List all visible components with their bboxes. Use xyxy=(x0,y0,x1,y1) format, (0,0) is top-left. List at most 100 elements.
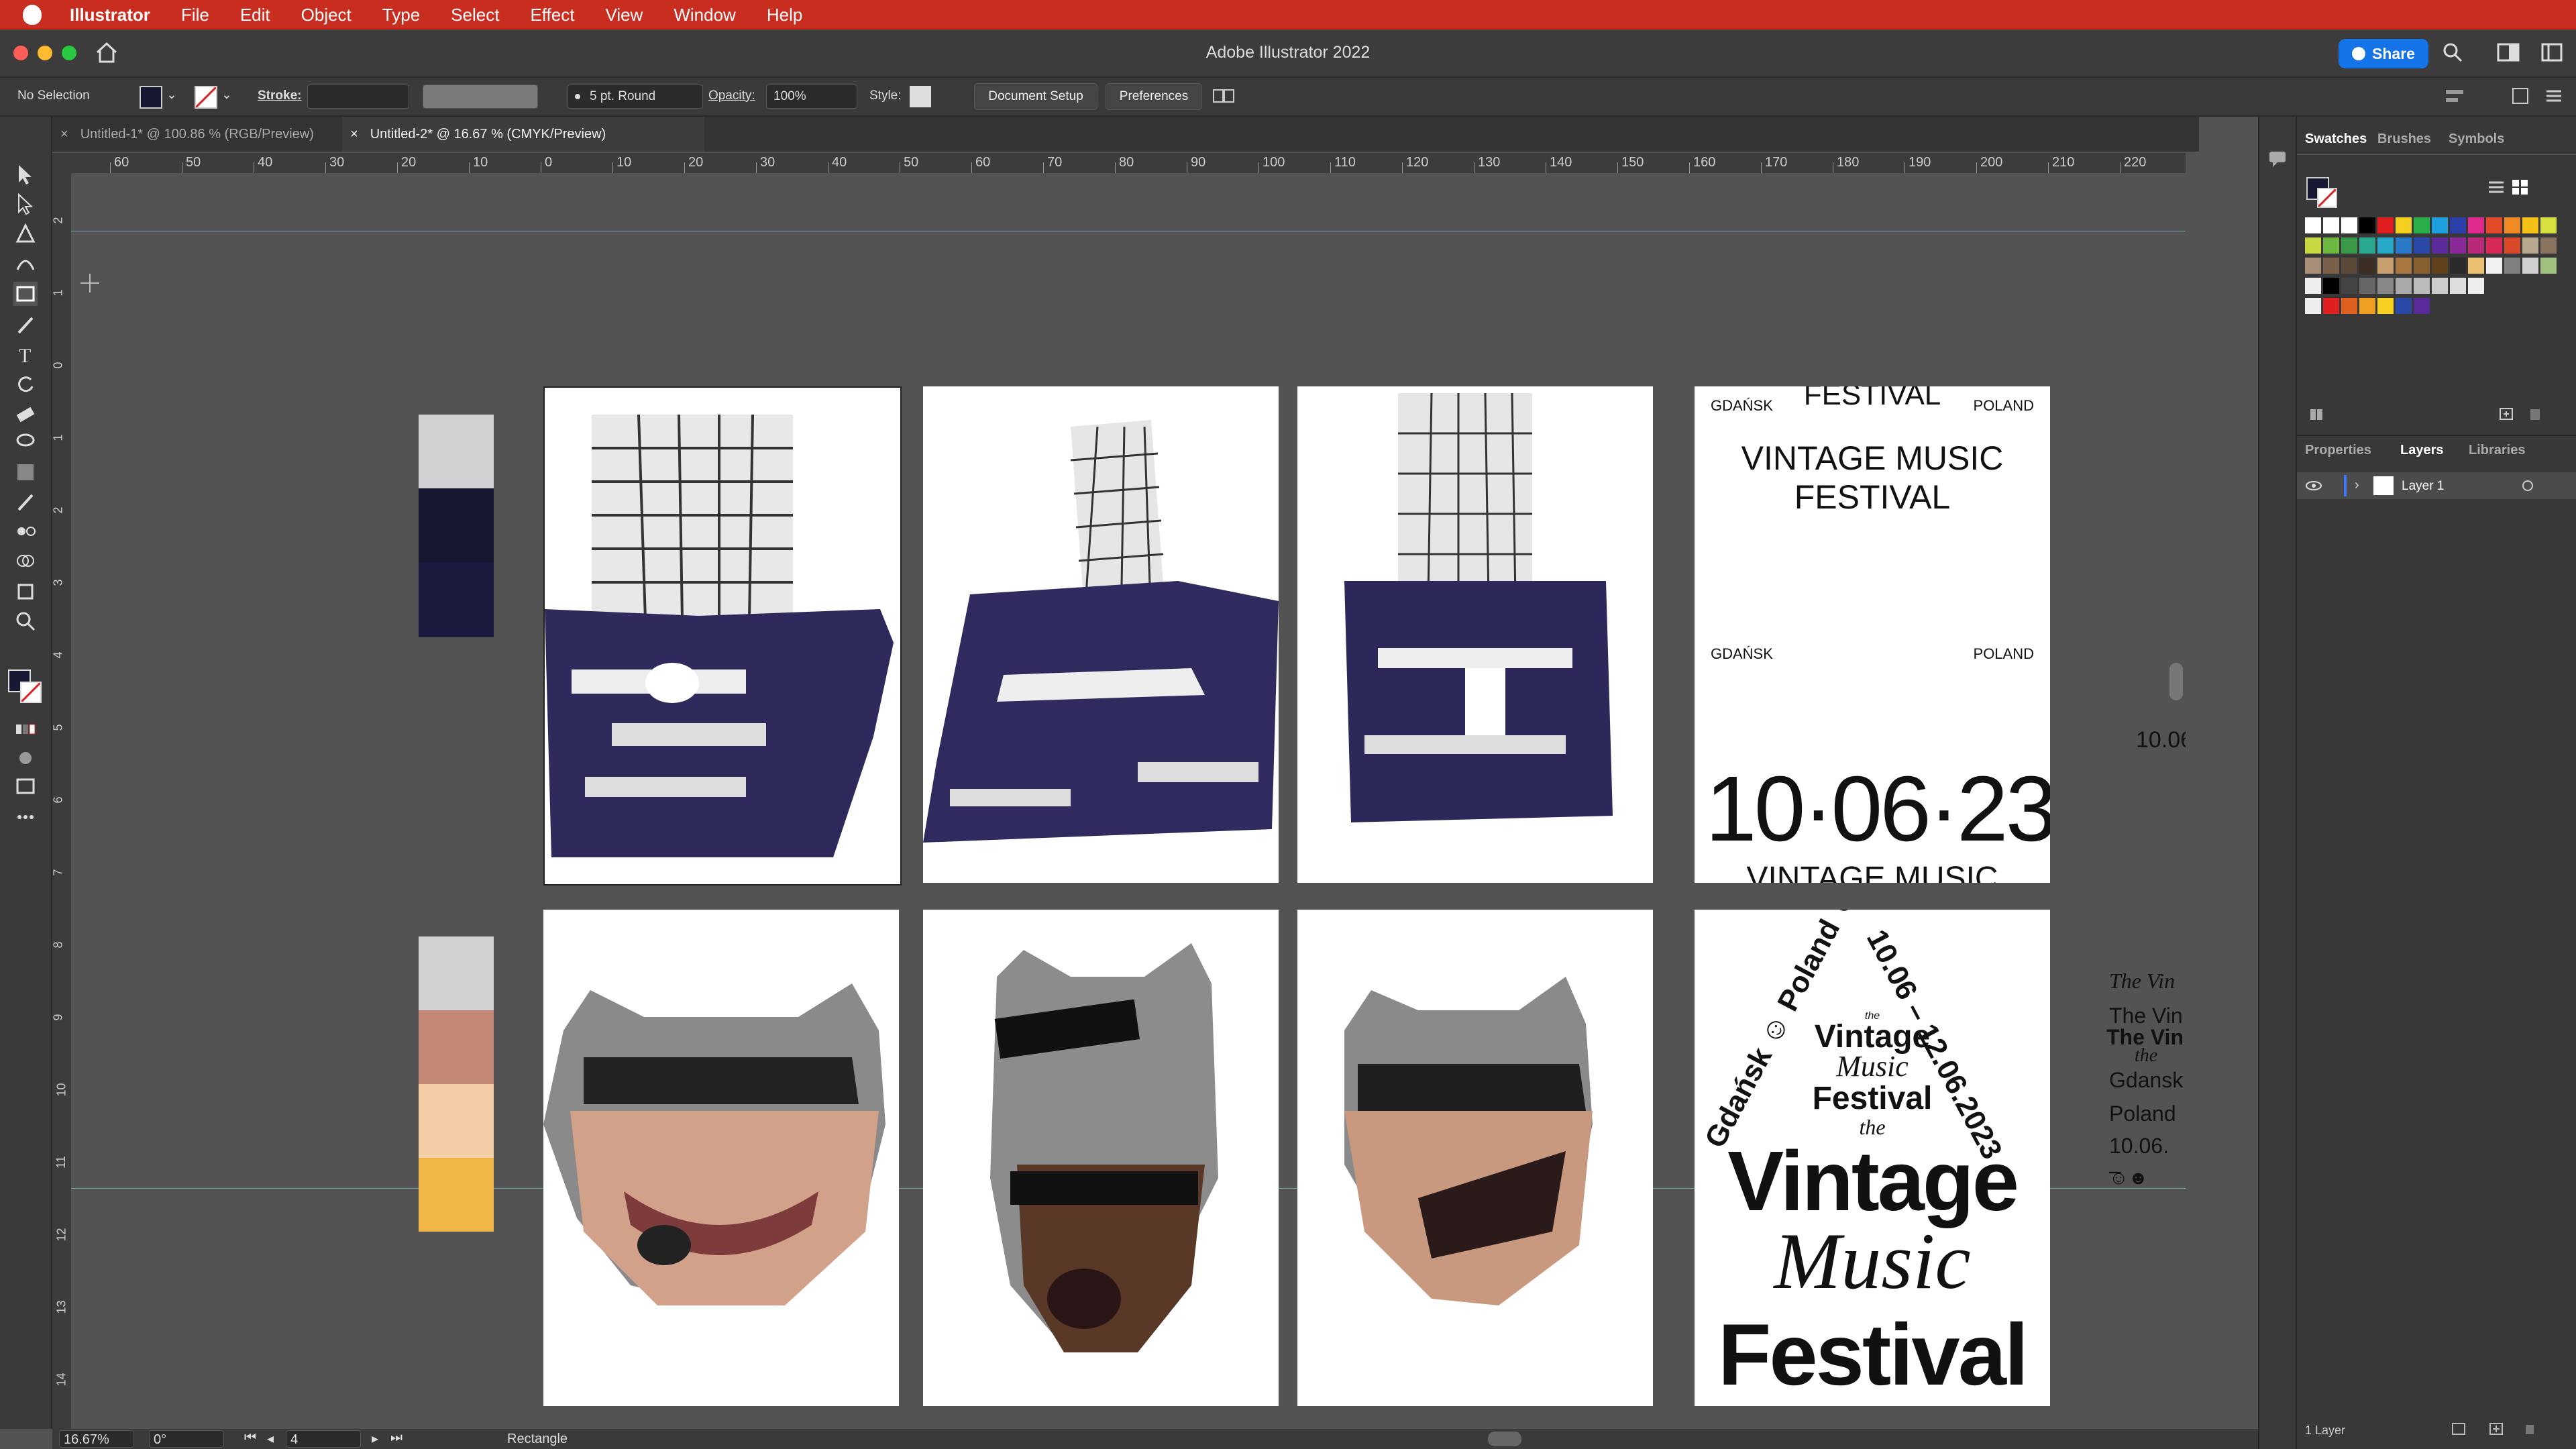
swatch-cell[interactable] xyxy=(2396,278,2412,294)
zoom-tool-icon[interactable] xyxy=(13,609,38,633)
menu-help[interactable]: Help xyxy=(767,5,802,25)
delete-swatch-icon[interactable] xyxy=(2525,405,2545,423)
new-sublayer-icon[interactable] xyxy=(2450,1421,2467,1437)
eyedropper-tool-icon[interactable] xyxy=(13,490,38,514)
tab-swatches[interactable]: Swatches xyxy=(2305,131,2367,147)
chevron-down-icon[interactable]: ⌄ xyxy=(166,87,177,103)
swatch-cell[interactable] xyxy=(2450,237,2466,254)
stroke-swatch[interactable] xyxy=(20,682,42,703)
swatch-cell[interactable] xyxy=(2341,217,2357,233)
offboard-smiley-text[interactable]: ☺☻ xyxy=(2109,1167,2148,1189)
swatch-cell[interactable] xyxy=(2432,258,2448,274)
swatch-cell[interactable] xyxy=(2432,217,2448,233)
swatch-cell[interactable] xyxy=(2305,278,2321,294)
swatch-cell[interactable] xyxy=(2504,217,2520,233)
panel-stroke-swatch[interactable] xyxy=(2317,188,2337,208)
swatch-cell[interactable] xyxy=(2468,217,2484,233)
swatch-cell[interactable] xyxy=(2359,258,2375,274)
swatch-cell[interactable] xyxy=(2323,217,2339,233)
tab-layers[interactable]: Layers xyxy=(2400,443,2444,458)
paintbrush-tool-icon[interactable] xyxy=(13,313,38,337)
offboard-text-line[interactable]: Gdansk xyxy=(2109,1068,2183,1093)
lasso-tool-icon[interactable] xyxy=(13,431,38,455)
swatch-cell[interactable] xyxy=(2305,237,2321,254)
chevron-down-icon[interactable]: ⌄ xyxy=(221,87,232,103)
swatch-cell[interactable] xyxy=(2450,258,2466,274)
menu-edit[interactable]: Edit xyxy=(240,5,270,25)
swatch-cell[interactable] xyxy=(2359,237,2375,254)
swatch-cell[interactable] xyxy=(2540,217,2557,233)
previous-artboard-icon[interactable]: ◂ xyxy=(267,1430,274,1447)
swatch-cell[interactable] xyxy=(2468,258,2484,274)
offboard-text-line[interactable]: Poland xyxy=(2109,1102,2176,1126)
fill-color-swatch[interactable] xyxy=(140,86,162,109)
swatch-cell[interactable] xyxy=(2414,217,2430,233)
palette-swatch-navy[interactable] xyxy=(419,488,494,562)
graphic-style-swatch[interactable] xyxy=(910,86,931,107)
artboard-guitar-3[interactable] xyxy=(1297,386,1653,883)
artboard-typographic-poster[interactable]: FESTIVAL GDAŃSK POLAND VINTAGE MUSIC FES… xyxy=(1695,386,2050,883)
variable-width-profile[interactable] xyxy=(423,85,538,109)
tab-libraries[interactable]: Libraries xyxy=(2469,443,2525,458)
opacity-label[interactable]: Opacity: xyxy=(708,89,755,103)
brush-definition-dropdown[interactable]: 5 pt. Round xyxy=(568,85,703,109)
close-tab-icon[interactable]: × xyxy=(350,127,358,142)
swatch-cell[interactable] xyxy=(2540,237,2557,254)
swatch-cell[interactable] xyxy=(2486,237,2502,254)
menu-effect[interactable]: Effect xyxy=(530,5,574,25)
horizontal-scrollbar-thumb[interactable] xyxy=(1488,1432,1521,1446)
palette-swatch-terracotta[interactable] xyxy=(419,1010,494,1084)
panel-toggle-icon[interactable] xyxy=(2541,43,2563,62)
swatch-cell[interactable] xyxy=(2396,237,2412,254)
artboard-guitar-2[interactable] xyxy=(923,386,1279,883)
swatch-cell[interactable] xyxy=(2305,298,2321,314)
menu-lines-icon[interactable] xyxy=(2542,86,2565,106)
swatch-cell[interactable] xyxy=(2377,278,2394,294)
apple-icon[interactable] xyxy=(23,5,42,25)
tab-untitled-1[interactable]: × Untitled-1* @ 100.86 % (RGB/Preview) xyxy=(52,117,341,152)
artboard-face-2[interactable] xyxy=(923,910,1279,1406)
swatch-cell[interactable] xyxy=(2323,278,2339,294)
search-icon[interactable] xyxy=(2442,42,2463,63)
artboard-face-3[interactable] xyxy=(1297,910,1653,1406)
palette-swatch-peach[interactable] xyxy=(419,1084,494,1158)
canvas[interactable]: FESTIVAL GDAŃSK POLAND VINTAGE MUSIC FES… xyxy=(71,173,2186,1429)
palette-swatch-light-gray[interactable] xyxy=(419,415,494,488)
swatch-cell[interactable] xyxy=(2450,278,2466,294)
artboard-tool-icon[interactable] xyxy=(13,580,38,604)
swatch-cell[interactable] xyxy=(2341,258,2357,274)
delete-layer-icon[interactable] xyxy=(2521,1421,2538,1437)
offboard-text-line[interactable]: the xyxy=(2135,1045,2157,1067)
swatch-cell[interactable] xyxy=(2377,237,2394,254)
new-swatch-icon[interactable] xyxy=(2497,405,2517,423)
curvature-tool-icon[interactable] xyxy=(13,251,38,275)
tab-brushes[interactable]: Brushes xyxy=(2377,131,2431,147)
menu-app[interactable]: Illustrator xyxy=(70,5,150,25)
swatch-grid[interactable] xyxy=(2305,217,2573,432)
stroke-label[interactable]: Stroke: xyxy=(258,89,301,103)
draw-mode-icon[interactable] xyxy=(13,746,38,770)
gradient-tool-icon[interactable] xyxy=(13,460,38,484)
vertical-scrollbar-thumb[interactable] xyxy=(2169,663,2183,700)
layer-name[interactable]: Layer 1 xyxy=(2402,479,2444,494)
selection-tool-icon[interactable] xyxy=(13,162,38,186)
swatch-cell[interactable] xyxy=(2341,237,2357,254)
shape-builder-tool-icon[interactable] xyxy=(13,549,38,573)
horizontal-ruler[interactable]: 60 50 40 30 20 10 0 10 20 30 40 50 60 70 80 90 100 110 120… xyxy=(52,153,2186,174)
menu-view[interactable]: View xyxy=(605,5,643,25)
palette-swatch-mustard[interactable] xyxy=(419,1158,494,1232)
more-tools-icon[interactable] xyxy=(13,805,38,829)
last-artboard-icon[interactable]: ⏭ xyxy=(390,1430,402,1446)
comments-icon[interactable] xyxy=(2267,149,2288,169)
swatch-cell[interactable] xyxy=(2323,237,2339,254)
document-setup-button[interactable]: Document Setup xyxy=(974,83,1097,110)
stroke-color-swatch[interactable] xyxy=(195,86,217,109)
swatch-cell[interactable] xyxy=(2522,237,2538,254)
menu-type[interactable]: Type xyxy=(382,5,420,25)
next-artboard-icon[interactable]: ▸ xyxy=(372,1430,378,1447)
menu-window[interactable]: Window xyxy=(674,5,735,25)
layer-row[interactable]: › Layer 1 xyxy=(2297,472,2576,499)
swatch-cell[interactable] xyxy=(2522,258,2538,274)
rectangle-tool-icon[interactable] xyxy=(13,282,38,306)
preferences-button[interactable]: Preferences xyxy=(1106,83,1202,110)
